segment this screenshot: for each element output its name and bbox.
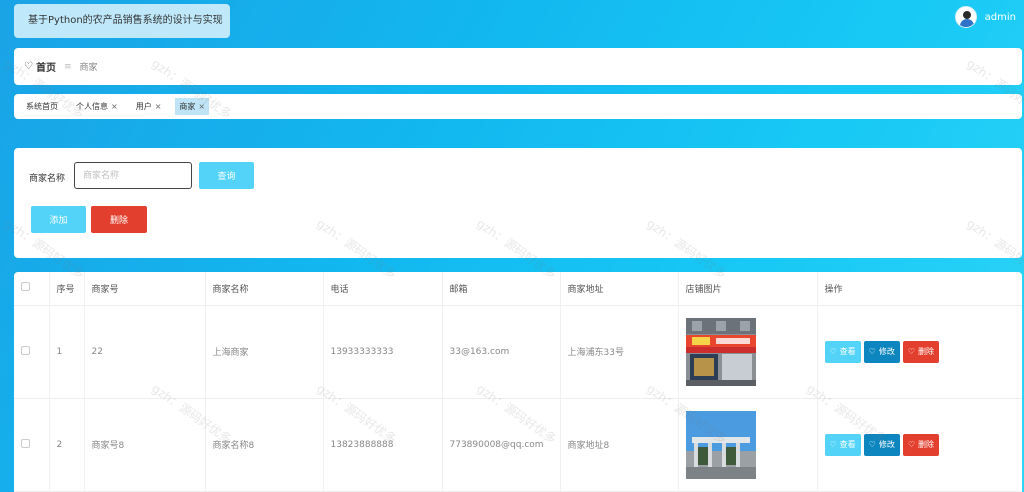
view-button[interactable]: ♡ 查看 <box>824 433 861 456</box>
heart-icon: ♡ <box>907 440 916 449</box>
table-row: 1 22 上海商家 13933333333 33@163.com 上海浦东33号 <box>14 305 1022 399</box>
column-header: 商家地址 <box>560 272 679 306</box>
user-menu[interactable]: admin <box>954 5 1016 29</box>
tag-merchant[interactable]: 商家 × <box>175 98 210 115</box>
tag-label: 个人信息 <box>76 102 108 111</box>
view-button-label: 查看 <box>839 440 856 449</box>
cell-actions: ♡ 查看 ♡ 修改 ♡ 删除 <box>817 305 1022 399</box>
cell-index: 2 <box>49 398 85 492</box>
column-header: 序号 <box>49 272 85 306</box>
tag-users[interactable]: 用户 × <box>132 98 166 115</box>
cell-email: 773890008@qq.com <box>442 398 561 492</box>
close-icon[interactable]: × <box>111 102 118 111</box>
search-panel: 商家名称 查询 添加 删除 <box>14 148 1022 258</box>
cell-address: 上海浦东33号 <box>560 305 679 399</box>
edit-button-label: 修改 <box>878 347 895 356</box>
view-button-label: 查看 <box>839 347 856 356</box>
shop-image[interactable] <box>685 410 756 479</box>
edit-button-label: 修改 <box>878 440 895 449</box>
cell-address: 商家地址8 <box>560 398 679 492</box>
cell-email: 33@163.com <box>442 305 561 399</box>
breadcrumb-home-label: 首页 <box>35 63 56 74</box>
cell-shop-no: 22 <box>84 305 206 399</box>
tag-profile[interactable]: 个人信息 × <box>72 98 122 115</box>
shop-image[interactable] <box>685 317 756 386</box>
heart-icon: ♡ <box>829 440 837 449</box>
search-input[interactable] <box>74 162 192 189</box>
select-all-cell <box>14 272 50 306</box>
column-header: 操作 <box>817 272 1022 306</box>
add-button[interactable]: 添加 <box>31 206 86 233</box>
table-row: 2 商家号8 商家名称8 13823888888 773890008@qq.co… <box>14 398 1022 492</box>
edit-button[interactable]: ♡ 修改 <box>863 340 900 363</box>
edit-button[interactable]: ♡ 修改 <box>863 433 900 456</box>
column-header: 店铺图片 <box>678 272 818 306</box>
cell-actions: ♡ 查看 ♡ 修改 ♡ 删除 <box>817 398 1022 492</box>
cell-shop-image <box>678 398 818 492</box>
heart-icon: ♡ <box>868 347 876 356</box>
cell-index: 1 <box>49 305 85 399</box>
close-icon[interactable]: × <box>198 102 205 111</box>
select-all-checkbox[interactable] <box>21 282 30 292</box>
column-header: 商家名称 <box>205 272 324 306</box>
delete-button[interactable]: ♡ 删除 <box>902 340 940 363</box>
table-panel: 序号 商家号 商家名称 电话 邮箱 商家地址 店铺图片 操作 1 22 上海商家… <box>14 272 1022 492</box>
username[interactable]: admin <box>985 12 1016 23</box>
breadcrumb-home[interactable]: ♡ 首页 <box>24 59 56 74</box>
system-title: 基于Python的农产品销售系统的设计与实现 <box>14 4 230 38</box>
heart-icon: ♡ <box>829 347 837 356</box>
cell-name: 上海商家 <box>205 305 324 399</box>
row-checkbox[interactable] <box>21 438 30 448</box>
query-button[interactable]: 查询 <box>199 162 254 189</box>
merchant-table: 序号 商家号 商家名称 电话 邮箱 商家地址 店铺图片 操作 1 22 上海商家… <box>14 272 1022 492</box>
heart-icon: ♡ <box>907 347 916 356</box>
column-header: 电话 <box>323 272 443 306</box>
delete-button-label: 删除 <box>918 440 935 449</box>
close-icon[interactable]: × <box>155 102 162 111</box>
tag-label: 商家 <box>179 102 196 111</box>
column-header: 商家号 <box>84 272 206 306</box>
row-select-cell <box>14 305 50 399</box>
tag-home[interactable]: 系统首页 <box>22 98 62 115</box>
cell-shop-no: 商家号8 <box>84 398 206 492</box>
table-header-row: 序号 商家号 商家名称 电话 邮箱 商家地址 店铺图片 操作 <box>14 272 1022 306</box>
top-bar: 基于Python的农产品销售系统的设计与实现 admin <box>0 0 1024 44</box>
cell-name: 商家名称8 <box>205 398 324 492</box>
tag-label: 系统首页 <box>26 102 58 111</box>
tags-bar: 系统首页 个人信息 × 用户 × 商家 × <box>14 94 1022 119</box>
cell-shop-image <box>678 305 818 399</box>
avatar[interactable] <box>954 6 977 28</box>
heart-icon: ♡ <box>24 61 33 72</box>
search-label: 商家名称 <box>29 174 66 184</box>
column-header: 邮箱 <box>442 272 561 306</box>
breadcrumb: ♡ 首页 ≡ 商家 <box>14 48 1022 85</box>
breadcrumb-current: 商家 <box>79 63 98 73</box>
heart-icon: ♡ <box>868 440 876 449</box>
batch-delete-button[interactable]: 删除 <box>91 206 147 233</box>
cell-phone: 13933333333 <box>323 305 443 399</box>
delete-button-label: 删除 <box>918 347 935 356</box>
cell-phone: 13823888888 <box>323 398 443 492</box>
tag-label: 用户 <box>135 102 152 111</box>
row-select-cell <box>14 398 50 492</box>
view-button[interactable]: ♡ 查看 <box>824 340 861 363</box>
delete-button[interactable]: ♡ 删除 <box>902 433 940 456</box>
breadcrumb-separator: ≡ <box>63 61 72 72</box>
row-checkbox[interactable] <box>21 345 30 355</box>
